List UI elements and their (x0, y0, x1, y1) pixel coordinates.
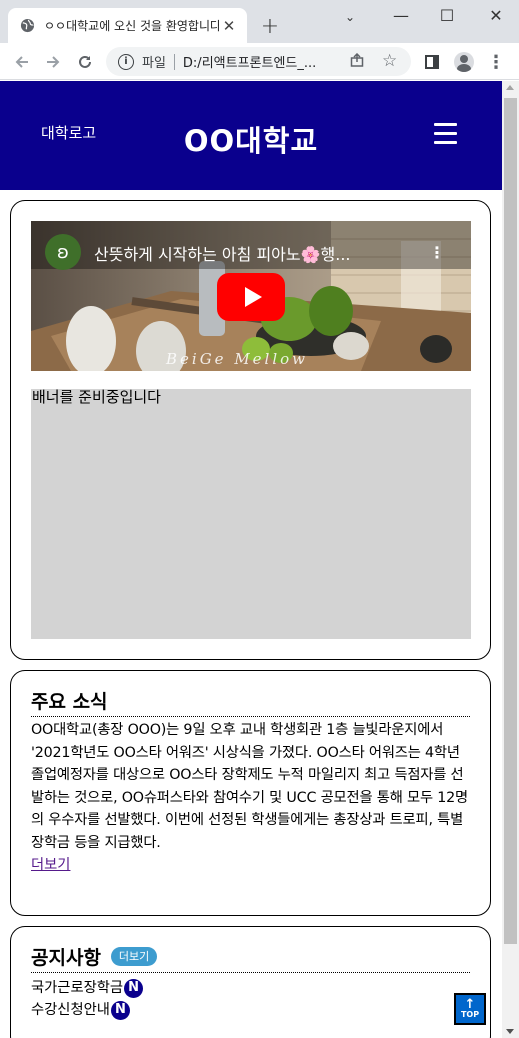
media-card: BeiGe Mellow ʚ 산뜻하게 시작하는 아침 피아노🌸행... ⋮ 배… (10, 200, 491, 660)
globe-icon (20, 18, 35, 33)
news-header: 주요 소식 (31, 687, 470, 717)
page-scrollbar[interactable] (502, 81, 519, 1038)
notice-header: 공지사항 더보기 (31, 943, 470, 973)
youtube-play-button[interactable] (217, 273, 285, 321)
minimize-button[interactable]: — (378, 0, 424, 30)
video-title[interactable]: 산뜻하게 시작하는 아침 피아노🌸행... (94, 241, 351, 265)
channel-avatar[interactable]: ʚ (45, 234, 81, 270)
tab-close-icon[interactable]: ✕ (219, 16, 239, 36)
list-item[interactable]: 수강신청안내 N (31, 999, 470, 1021)
hamburger-menu-icon[interactable] (434, 123, 457, 145)
back-arrow-icon[interactable] (9, 49, 35, 75)
play-icon (244, 287, 262, 307)
scrollbar-thumb[interactable] (504, 98, 517, 944)
scroll-down-arrow-icon[interactable] (506, 1029, 514, 1034)
news-title: 주요 소식 (31, 691, 108, 713)
new-badge: N (110, 1000, 130, 1020)
browser-toolbar: i 파일 D:/리액트프론트엔드_... ☆ ⋮ (0, 43, 519, 80)
address-bar[interactable]: i 파일 D:/리액트프론트엔드_... ☆ (106, 47, 411, 76)
side-panel-icon[interactable] (419, 49, 445, 75)
browser-tab[interactable]: ㅇㅇ대학교에 오신 것을 환영합니다 ✕ (8, 8, 247, 43)
reload-icon[interactable] (72, 49, 98, 75)
top-button-label: TOP (460, 1009, 480, 1019)
address-divider (173, 53, 175, 70)
up-arrow-icon: ↑ (464, 996, 476, 1012)
notice-more-button[interactable]: 더보기 (110, 947, 158, 966)
news-more-link[interactable]: 더보기 (31, 854, 70, 876)
youtube-video-embed[interactable]: BeiGe Mellow ʚ 산뜻하게 시작하는 아침 피아노🌸행... ⋮ (31, 221, 471, 371)
notice-title: 공지사항 (31, 947, 101, 969)
info-icon[interactable]: i (118, 53, 134, 70)
notice-item-label[interactable]: 국가근로장학금 (31, 977, 123, 999)
close-window-button[interactable]: ✕ (473, 0, 519, 30)
new-badge: N (124, 978, 144, 998)
maximize-button[interactable]: ☐ (424, 0, 470, 30)
news-body: OO대학교(총장 OOO)는 9일 오후 교내 학생회관 1층 늘빛라운지에서 … (31, 722, 468, 851)
address-scheme: 파일 (142, 56, 166, 71)
video-more-icon[interactable]: ⋮ (429, 243, 445, 262)
forward-arrow-icon[interactable] (40, 49, 66, 75)
share-icon[interactable] (350, 52, 364, 71)
notice-list: 국가근로장학금 N 수강신청안내 N (31, 977, 470, 1021)
new-tab-button[interactable]: + (258, 14, 282, 39)
bookmark-star-icon[interactable]: ☆ (382, 51, 397, 71)
browser-tabstrip: ㅇㅇ대학교에 오신 것을 환영합니다 ✕ + ⌄ — ☐ ✕ (0, 0, 519, 43)
video-watermark: BeiGe Mellow (165, 350, 308, 368)
news-card: 주요 소식 OO대학교(총장 OOO)는 9일 오후 교내 학생회관 1층 늘빛… (10, 670, 491, 916)
notice-card: 공지사항 더보기 국가근로장학금 N 수강신청안내 N (10, 926, 491, 1038)
notice-item-label[interactable]: 수강신청안내 (31, 999, 110, 1021)
list-item[interactable]: 국가근로장학금 N (31, 977, 470, 999)
scroll-up-arrow-icon[interactable] (506, 85, 514, 90)
banner-placeholder: 배너를 준비중입니다 (31, 389, 471, 639)
banner-text: 배너를 준비중입니다 (32, 388, 161, 406)
page-viewport: 대학로고 OO대학교 BeiGe Mellow ʚ 산뜻하게 시작하는 아침 피… (0, 81, 502, 1038)
tab-title: ㅇㅇ대학교에 오신 것을 환영합니다 (44, 19, 219, 33)
scroll-to-top-button[interactable]: ↑ TOP (454, 993, 486, 1025)
profile-avatar-icon[interactable] (451, 49, 477, 75)
tab-search-icon[interactable]: ⌄ (330, 2, 370, 32)
site-header: 대학로고 OO대학교 (0, 81, 502, 190)
site-title: OO대학교 (183, 124, 319, 158)
address-url[interactable]: D:/리액트프론트엔드_... (183, 52, 333, 71)
more-menu-icon[interactable]: ⋮ (483, 49, 509, 75)
